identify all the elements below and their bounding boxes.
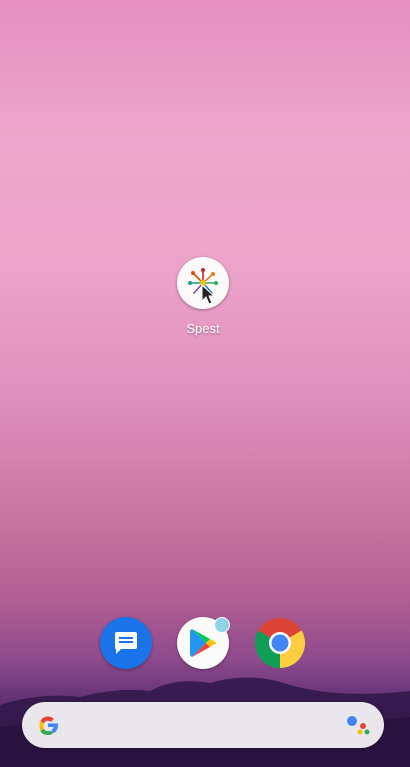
play-store-icon xyxy=(190,629,217,657)
chrome-icon xyxy=(254,617,306,669)
mouse-cursor-icon xyxy=(201,284,216,305)
google-search-bar[interactable] xyxy=(22,702,384,748)
chrome-app-icon[interactable] xyxy=(254,617,306,669)
google-assistant-icon[interactable] xyxy=(346,715,370,735)
spest-app-label[interactable]: Spest xyxy=(163,321,243,336)
messages-app-icon[interactable] xyxy=(100,617,152,669)
google-g-icon xyxy=(39,716,58,735)
play-store-notification-dot xyxy=(214,617,230,633)
messages-icon xyxy=(115,632,137,654)
